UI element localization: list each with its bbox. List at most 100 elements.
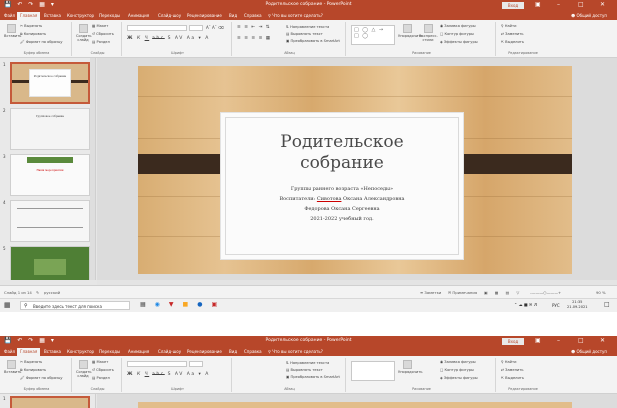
new-slide-button[interactable]: Создать слайд — [76, 24, 92, 42]
font-name-field[interactable] — [127, 25, 187, 31]
share-button[interactable]: ☻ Общий доступ — [571, 349, 607, 354]
slide-thumbnail-1[interactable]: Родительское собрание — [10, 62, 90, 104]
tab-transitions[interactable]: Переходы — [99, 349, 120, 354]
smartart-button[interactable]: ▣ Преобразовать в SmartArt — [286, 375, 340, 379]
shape-fill-button[interactable]: ◉ Заливка фигуры — [440, 360, 476, 364]
layout-button[interactable]: ▦ Макет — [92, 360, 108, 364]
notifications-icon[interactable]: □ — [604, 301, 610, 308]
font-size-field[interactable] — [189, 25, 203, 31]
tab-animations[interactable]: Анимация — [128, 349, 149, 354]
tab-slideshow[interactable]: Слайд-шоу — [158, 13, 181, 18]
layout-button[interactable]: ▦ Макет — [92, 24, 108, 28]
replace-button[interactable]: ⇄ Заменить — [501, 32, 523, 36]
clock[interactable]: 21:35 21.09.2021 — [567, 300, 588, 309]
tab-insert[interactable]: Вставка — [44, 349, 61, 354]
shapes-gallery[interactable]: □ ◯ △ → □ ◯ — [351, 25, 395, 45]
slide-thumbnail-5[interactable] — [10, 246, 90, 280]
section-button[interactable]: ▤ Раздел — [92, 40, 110, 44]
font-size-buttons[interactable]: Aˆ Aˇ ⌫ — [206, 25, 224, 30]
tab-view[interactable]: Вид — [229, 349, 237, 354]
replace-button[interactable]: ⇄ Заменить — [501, 368, 523, 372]
shape-effects-button[interactable]: ◈ Эффекты фигуры — [440, 40, 478, 44]
paste-button[interactable]: Вставить — [4, 360, 21, 374]
slide-thumbnail-3[interactable]: Наши мероприятия — [10, 154, 90, 196]
slide-title[interactable]: Родительское собрание — [226, 132, 458, 174]
slide-thumbnail-4[interactable] — [10, 200, 90, 242]
taskbar-search-box[interactable]: ⚲ Введите здесь текст для поиска — [20, 301, 130, 310]
shapes-gallery[interactable] — [351, 361, 395, 381]
paste-button[interactable]: Вставить — [4, 24, 21, 38]
tab-file[interactable]: Файл — [4, 13, 15, 18]
font-size-field[interactable] — [189, 361, 203, 367]
select-button[interactable]: ⇱ Выделить — [501, 40, 524, 44]
windows-start-icon[interactable]: ▦ — [4, 301, 11, 309]
tab-home[interactable]: Главная — [17, 12, 41, 20]
tab-review[interactable]: Рецензирование — [187, 349, 222, 354]
current-slide[interactable] — [138, 402, 572, 408]
font-format-buttons[interactable]: Ж К Ч abc S AV Aa ▾ A — [127, 36, 210, 41]
find-button[interactable]: ⚲ Найти — [501, 24, 516, 28]
arrange-button[interactable]: Упорядочить — [398, 24, 423, 38]
thumbnails-scrollbar[interactable] — [90, 58, 95, 280]
smartart-button[interactable]: ▣ Преобразовать в SmartArt — [286, 39, 340, 43]
input-language[interactable]: РУС — [552, 303, 560, 308]
zoom-level[interactable]: 90 % — [596, 290, 606, 295]
spellcheck-icon[interactable]: ✎ — [36, 290, 39, 295]
text-direction-button[interactable]: ⇅ Направление текста — [286, 25, 329, 29]
notes-button[interactable]: ≡ Заметки — [420, 290, 441, 295]
language-indicator[interactable]: русский — [44, 290, 60, 295]
copy-button[interactable]: ⧉ Копировать — [20, 32, 46, 36]
maximize-icon[interactable]: □ — [578, 1, 584, 8]
shape-fill-button[interactable]: ◉ Заливка фигуры — [440, 24, 476, 28]
reset-button[interactable]: ↺ Сбросить — [92, 32, 114, 36]
close-icon[interactable]: ✕ — [600, 337, 605, 344]
slide-thumbnail-1[interactable] — [10, 396, 90, 408]
tab-review[interactable]: Рецензирование — [187, 13, 222, 18]
list-buttons[interactable]: ≡ ≡ ⇤ ⇥ ⇅ — [237, 25, 271, 30]
slide-thumbnail-2[interactable]: Групповое собрание — [10, 108, 90, 150]
tab-help[interactable]: Справка — [244, 349, 262, 354]
tab-slideshow[interactable]: Слайд-шоу — [158, 349, 181, 354]
zoom-slider[interactable]: –———○———+ — [530, 290, 561, 295]
tab-transitions[interactable]: Переходы — [99, 13, 120, 18]
text-direction-button[interactable]: ⇅ Направление текста — [286, 361, 329, 365]
shape-outline-button[interactable]: □ Контур фигуры — [440, 368, 474, 372]
select-button[interactable]: ⇱ Выделить — [501, 376, 524, 380]
maximize-icon[interactable]: □ — [578, 337, 584, 344]
tab-design[interactable]: Конструктор — [67, 13, 94, 18]
shape-effects-button[interactable]: ◈ Эффекты фигуры — [440, 376, 478, 380]
ribbon-display-icon[interactable]: ▣ — [535, 337, 541, 344]
cut-button[interactable]: ✂ Вырезать — [20, 360, 42, 364]
share-button[interactable]: ☻ Общий доступ — [571, 13, 607, 18]
cut-button[interactable]: ✂ Вырезать — [20, 24, 42, 28]
find-button[interactable]: ⚲ Найти — [501, 360, 516, 364]
align-text-button[interactable]: ▤ Выровнять текст — [286, 368, 323, 372]
align-text-button[interactable]: ▤ Выровнять текст — [286, 32, 323, 36]
shape-outline-button[interactable]: □ Контур фигуры — [440, 32, 474, 36]
system-tray-icons[interactable]: ⌃ ☁ ■ ✉ ♬ — [514, 302, 537, 307]
comments-button[interactable]: ✉ Примечания — [448, 290, 477, 295]
format-painter-button[interactable]: 🖌 Формат по образцу — [20, 376, 63, 380]
tab-design[interactable]: Конструктор — [67, 349, 94, 354]
tab-file[interactable]: Файл — [4, 349, 15, 354]
pinned-apps[interactable]: ▦◉▼■●▣ — [140, 301, 226, 308]
align-buttons[interactable]: ≡ ≡ ≡ ≡ ▦ — [237, 36, 271, 41]
section-button[interactable]: ▤ Раздел — [92, 376, 110, 380]
arrange-button[interactable]: Упорядочить — [398, 360, 423, 374]
login-button[interactable]: Вход — [502, 2, 524, 9]
minimize-icon[interactable]: – — [557, 337, 560, 344]
font-format-buttons[interactable]: Ж К Ч abc S AV Aa ▾ A — [127, 372, 210, 377]
format-painter-button[interactable]: 🖌 Формат по образцу — [20, 40, 63, 44]
tab-home[interactable]: Главная — [17, 348, 41, 356]
copy-button[interactable]: ⧉ Копировать — [20, 368, 46, 372]
tell-me-box[interactable]: ⚲ Что вы хотите сделать? — [268, 13, 323, 18]
tab-insert[interactable]: Вставка — [44, 13, 61, 18]
quick-styles-button[interactable]: Экспресс-стили — [419, 24, 438, 42]
minimize-icon[interactable]: – — [557, 1, 560, 8]
view-buttons[interactable]: ▣ ▦ ▤ ▽ — [484, 290, 522, 295]
font-name-field[interactable] — [127, 361, 187, 367]
new-slide-button[interactable]: Создать слайд — [76, 360, 92, 378]
reset-button[interactable]: ↺ Сбросить — [92, 368, 114, 372]
close-icon[interactable]: ✕ — [600, 1, 605, 8]
tab-view[interactable]: Вид — [229, 13, 237, 18]
